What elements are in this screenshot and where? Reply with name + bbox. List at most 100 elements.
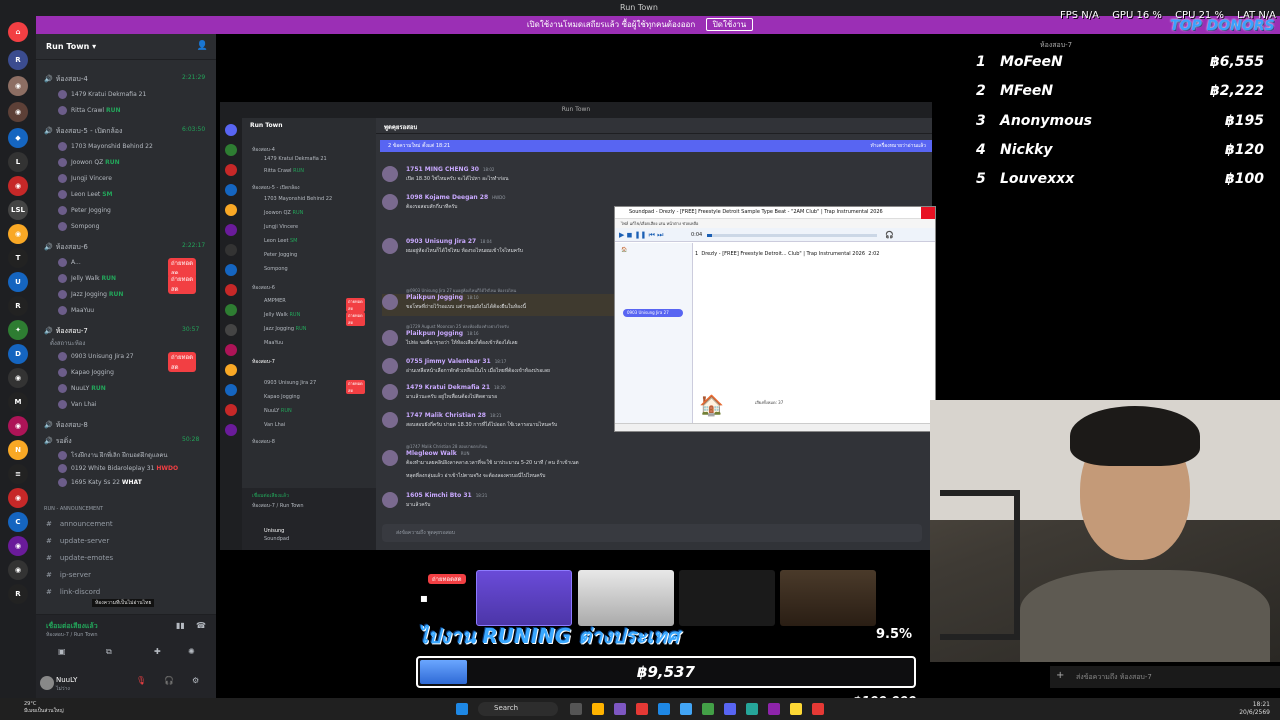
taskbar-app-icon[interactable] (680, 703, 692, 715)
taskbar-app-icon[interactable] (592, 703, 604, 715)
headset-icon[interactable]: 🎧 (164, 676, 174, 685)
taskbar-app-icon[interactable] (658, 703, 670, 715)
voice-user[interactable]: 0192 White Bidaroleplay 31 HWDO (58, 464, 178, 473)
server-icon[interactable]: ◉ (8, 224, 28, 244)
disconnect-icon[interactable]: ☎ (196, 621, 206, 630)
right-chat-input[interactable]: + ส่งข้อความถึง ห้องสอบ-7 (1050, 666, 1280, 688)
video-tile[interactable] (679, 570, 775, 626)
add-friend-icon[interactable]: 👤 (197, 41, 208, 51)
server-icon[interactable]: N (8, 440, 28, 460)
mute-icon[interactable]: 🎙 (136, 676, 146, 685)
voice-user[interactable]: A...ถ่ายทอดสด (58, 258, 196, 278)
voice-user[interactable]: 0903 Unisung Jira 27 ถ่ายทอดสด (58, 352, 196, 372)
server-icon[interactable]: ◉ (8, 536, 28, 556)
voice-user[interactable]: 1703 Mayonshid Behind 22 (58, 142, 153, 151)
weather-widget[interactable]: 29°C มีเมฆเป็นส่วนใหญ่ (24, 701, 64, 715)
voice-user[interactable]: 1479 Kratui Dekmafia 21 (58, 90, 146, 99)
voice-channel[interactable]: 🔊 ห้องสอบ-8 (44, 420, 88, 431)
user-name[interactable]: NuuLY (56, 676, 77, 684)
server-icon[interactable]: R (8, 50, 28, 70)
taskbar-app-icon[interactable] (702, 703, 714, 715)
server-icon[interactable]: M (8, 392, 28, 412)
text-channel[interactable]: # update-emotes (46, 554, 113, 562)
close-icon[interactable] (921, 207, 935, 219)
text-channel[interactable]: # update-server (46, 537, 109, 545)
server-icon[interactable]: ◆ (8, 128, 28, 148)
volume-icon[interactable]: 🎧 (885, 231, 894, 239)
soundpad-menu[interactable]: ไฟล์ แก้ไข/เลือกเสียง เล่น หน้าต่าง ช่วย… (615, 219, 935, 228)
server-icon[interactable]: U (8, 272, 28, 292)
voice-user[interactable]: Ritta Crawl RUN (58, 106, 120, 115)
taskbar-app-icon[interactable] (790, 703, 802, 715)
voice-user[interactable]: MaaYuu (58, 306, 94, 315)
voice-channel-active[interactable]: 🔊 ห้องสอบ-7 30:57 (44, 326, 199, 337)
server-icon[interactable]: ◉ (8, 76, 28, 96)
screenshare-icon[interactable]: ⧉ (106, 647, 112, 657)
category-header[interactable]: RUN - ANNOUNCEMENT (44, 506, 103, 512)
text-channel[interactable]: # announcement (46, 520, 113, 528)
server-icon[interactable]: ◉ (8, 488, 28, 508)
voice-channel[interactable]: 🔊 ห้องสอบ-4 2:21:29 (44, 74, 205, 85)
server-icon[interactable]: T (8, 248, 28, 268)
settings-icon[interactable]: ⚙ (192, 676, 199, 685)
text-channel[interactable]: # ip-server (46, 571, 91, 579)
server-icon[interactable]: ◉ (8, 368, 28, 388)
video-tile[interactable] (578, 570, 674, 626)
server-icon[interactable]: L (8, 152, 28, 172)
server-icon[interactable]: D (8, 344, 28, 364)
camera-icon[interactable]: ▣ (58, 647, 66, 656)
sound-row[interactable]: 1 Drezly - [FREE] Freestyle Detroit... C… (695, 251, 935, 257)
voice-user[interactable]: Joowon QZ RUN (58, 158, 120, 167)
voice-user[interactable]: Van Lhai (58, 400, 97, 409)
taskbar-app-icon[interactable] (636, 703, 648, 715)
voice-channel[interactable]: 🔊 ห้องสอบ-5 - เปิดกล้อง 6:03:50 (44, 126, 205, 137)
voice-user[interactable]: Jungji Vincere (58, 174, 112, 183)
avatar[interactable] (40, 676, 54, 690)
taskbar-app-icon[interactable] (614, 703, 626, 715)
play-controls-icon[interactable]: ▶ ◼ ❚❚ ⏮ ⏭ (619, 231, 663, 240)
new-messages-bar[interactable]: 2 ข้อความใหม่ ตั้งแต่ 18:21 ทำเครื่องหมา… (380, 140, 932, 152)
taskbar-app-icon[interactable] (768, 703, 780, 715)
home-icon[interactable]: 🏠 (621, 247, 627, 253)
server-icon[interactable]: C (8, 512, 28, 532)
voice-user[interactable]: โรงฝึกงาน ฝึกพี่เลิก ฝึกมอดฝึกดูแลคน (58, 450, 168, 460)
banner-disable-button[interactable]: ปิดใช้งาน (705, 18, 754, 31)
voice-user[interactable]: Peter Jogging (58, 206, 111, 215)
server-icon[interactable]: ◉ (8, 416, 28, 436)
voice-user[interactable]: 1695 Katy Ss 22 WHAT (58, 478, 142, 487)
server-icon[interactable]: ◉ (8, 102, 28, 122)
taskbar-app-icon[interactable] (570, 703, 582, 715)
server-icon[interactable]: ⌂ (8, 22, 28, 42)
voice-user[interactable]: Kapao Jogging (58, 368, 114, 377)
server-icon[interactable]: ◉ (8, 560, 28, 580)
taskbar-app-icon[interactable] (724, 703, 736, 715)
taskbar-app-icon[interactable] (746, 703, 758, 715)
voice-user[interactable]: Sompong (58, 222, 99, 231)
voice-user[interactable]: Jazz Jogging RUN (58, 290, 123, 299)
server-icon[interactable]: ✦ (8, 320, 28, 340)
taskbar-clock[interactable]: 18:21 20/6/2569 (1239, 701, 1270, 717)
activity-icon[interactable]: ✚ (154, 647, 161, 656)
start-icon[interactable] (456, 703, 468, 715)
server-icon[interactable]: R (8, 296, 28, 316)
server-icon[interactable]: ◉ (8, 176, 28, 196)
voice-channel[interactable]: 🔊 ห้องสอบ-6 2:22:17 (44, 242, 205, 253)
voice-user[interactable]: NuuLY RUN (58, 384, 106, 393)
message-input[interactable]: ส่งข้อความถึง พูดคุยรอสอบ (382, 524, 922, 542)
soundboard-icon[interactable]: ✺ (188, 647, 195, 656)
voice-channel[interactable]: 🔊 รอดิ่ง 50:28 (44, 436, 199, 447)
video-tile[interactable] (780, 570, 876, 626)
plus-icon[interactable]: + (1056, 670, 1064, 681)
voice-user[interactable]: Jelly Walk RUN ถ่ายทอดสด (58, 274, 196, 294)
video-tile[interactable] (476, 570, 572, 626)
text-channel[interactable]: # link-discord (46, 588, 100, 596)
taskbar-app-icon[interactable] (812, 703, 824, 715)
signal-icon[interactable]: ▮▮ (176, 621, 185, 630)
playback-progress[interactable] (707, 234, 877, 237)
server-icon[interactable]: R (8, 584, 28, 604)
voice-user[interactable]: Leon Leet SM (58, 190, 113, 199)
server-header[interactable]: Run Town ▾ 👤 (36, 34, 216, 60)
server-icon[interactable]: LSL (8, 200, 28, 220)
server-icon[interactable]: ≡ (8, 464, 28, 484)
taskbar-search[interactable]: Search (478, 702, 558, 716)
